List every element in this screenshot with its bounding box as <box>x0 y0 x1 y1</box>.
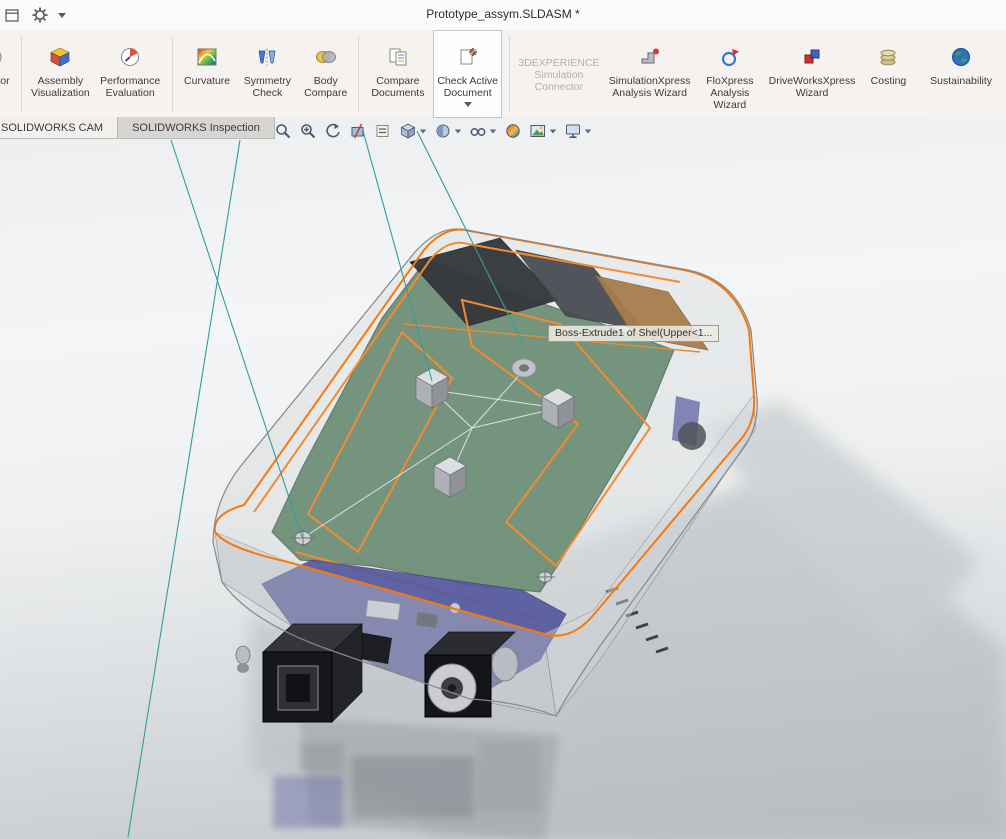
zoom-to-area-icon[interactable] <box>297 120 319 142</box>
ribbon-button-label: 3DEXPERIENCE Simulation Connector <box>518 57 600 93</box>
ribbon-button-label: Symmetry Check <box>243 75 291 99</box>
assembly-visualization-icon <box>48 41 72 73</box>
ribbon-button-simulationxpress-wizard[interactable]: SimulationXpress Analysis Wizard <box>605 30 695 118</box>
ribbon-button-costing[interactable]: Costing <box>863 30 915 118</box>
dropdown-caret-icon <box>454 129 462 133</box>
body-compare-icon <box>314 41 338 73</box>
ribbon-button-driveworksxpress-wizard[interactable]: DriveWorksXpress Wizard <box>765 30 858 118</box>
dropdown-caret-icon <box>463 102 472 107</box>
sustainability-icon <box>949 41 973 73</box>
ribbon-separator <box>358 36 360 112</box>
hide-show-items-icon[interactable] <box>467 120 499 142</box>
previous-view-icon[interactable] <box>322 120 344 142</box>
view-settings-icon[interactable] <box>562 120 594 142</box>
zoom-to-fit-icon[interactable] <box>272 120 294 142</box>
tab-label: SOLIDWORKS Inspection <box>132 121 260 134</box>
ribbon-button-label: Check Active Document <box>437 75 499 99</box>
ribbon-button-label: FloXpress Analysis Wizard <box>706 75 754 111</box>
view-orientation-icon[interactable] <box>397 120 429 142</box>
tab-solidworks-inspection[interactable]: SOLIDWORKS Inspection <box>117 117 275 139</box>
tab-solidworks-cam[interactable]: SOLIDWORKS CAM <box>0 117 119 139</box>
driveworksxpress-icon <box>800 41 824 73</box>
ribbon-button-sensor[interactable]: Sensor <box>0 30 14 118</box>
heads-up-view-toolbar <box>272 120 594 142</box>
performance-evaluation-icon <box>118 41 142 73</box>
edit-appearance-icon[interactable] <box>502 120 524 142</box>
ribbon-button-symmetry-check[interactable]: Symmetry Check <box>239 30 296 118</box>
simulationxpress-icon <box>638 41 662 73</box>
title-bar: Prototype_assym.SLDASM * <box>0 0 1006 31</box>
check-active-document-icon <box>456 41 480 73</box>
ribbon-button-label: Body Compare <box>304 75 348 99</box>
usb-connector[interactable] <box>262 623 363 723</box>
ribbon-separator <box>20 36 22 112</box>
dynamic-annotation-views-icon[interactable] <box>372 120 394 142</box>
dropdown-caret-icon <box>549 129 557 133</box>
document-title: Prototype_assym.SLDASM * <box>426 7 580 21</box>
graphics-viewport[interactable] <box>0 118 1006 839</box>
ribbon-button-3dexperience-simulation-connector: 3DEXPERIENCE Simulation Connector <box>517 30 601 118</box>
model-reflection <box>273 718 560 839</box>
dropdown-caret-icon <box>489 129 497 133</box>
symmetry-check-icon <box>255 41 279 73</box>
dropdown-caret-icon <box>584 129 592 133</box>
ribbon-button-label: SimulationXpress Analysis Wizard <box>608 75 691 99</box>
ribbon-button-sustainability[interactable]: Sustainability <box>918 30 1004 118</box>
solidworks-window: Prototype_assym.SLDASM * Sensor Assembly… <box>0 0 1006 839</box>
tab-label: SOLIDWORKS CAM <box>1 121 104 134</box>
section-view-icon[interactable] <box>347 120 369 142</box>
curvature-icon <box>195 41 219 73</box>
model-canvas[interactable] <box>0 118 1006 839</box>
ribbon-button-body-compare[interactable]: Body Compare <box>300 30 352 118</box>
costing-icon <box>876 41 900 73</box>
hover-tooltip: Boss-Extrude1 of Shel(Upper<1... <box>548 325 720 342</box>
ribbon-button-label: Curvature <box>184 75 231 87</box>
ribbon-button-curvature[interactable]: Curvature <box>179 30 234 118</box>
ribbon-button-label: Sensor <box>0 75 10 87</box>
floxpress-icon <box>718 41 742 73</box>
ribbon-button-label: Assembly Visualization <box>31 75 90 99</box>
display-style-icon[interactable] <box>432 120 464 142</box>
ribbon-button-compare-documents[interactable]: Compare Documents <box>366 30 429 118</box>
ribbon-button-floxpress-wizard[interactable]: FloXpress Analysis Wizard <box>698 30 761 118</box>
ribbon-button-check-active-document[interactable]: Check Active Document <box>433 30 502 118</box>
dropdown-caret-icon <box>419 129 427 133</box>
sensor-icon <box>0 41 5 73</box>
ribbon-button-label: Costing <box>870 75 907 87</box>
ribbon-button-label: DriveWorksXpress Wizard <box>768 75 856 99</box>
ribbon-separator <box>171 36 173 112</box>
ribbon-button-assembly-visualization[interactable]: Assembly Visualization <box>29 30 92 118</box>
command-tabs: SOLIDWORKS CAM SOLIDWORKS Inspection <box>0 117 275 139</box>
compare-documents-icon <box>386 41 410 73</box>
hex-standoff <box>235 645 251 673</box>
apply-scene-icon[interactable] <box>527 120 559 142</box>
ribbon-button-label: Sustainability <box>930 75 993 87</box>
ribbon-button-performance-evaluation[interactable]: Performance Evaluation <box>96 30 165 118</box>
ribbon-toolbar: Sensor Assembly Visualization <box>0 30 1006 119</box>
ribbon-button-label: Compare Documents <box>371 75 425 99</box>
ribbon-separator <box>509 36 510 112</box>
ribbon-button-label: Performance Evaluation <box>100 75 161 99</box>
